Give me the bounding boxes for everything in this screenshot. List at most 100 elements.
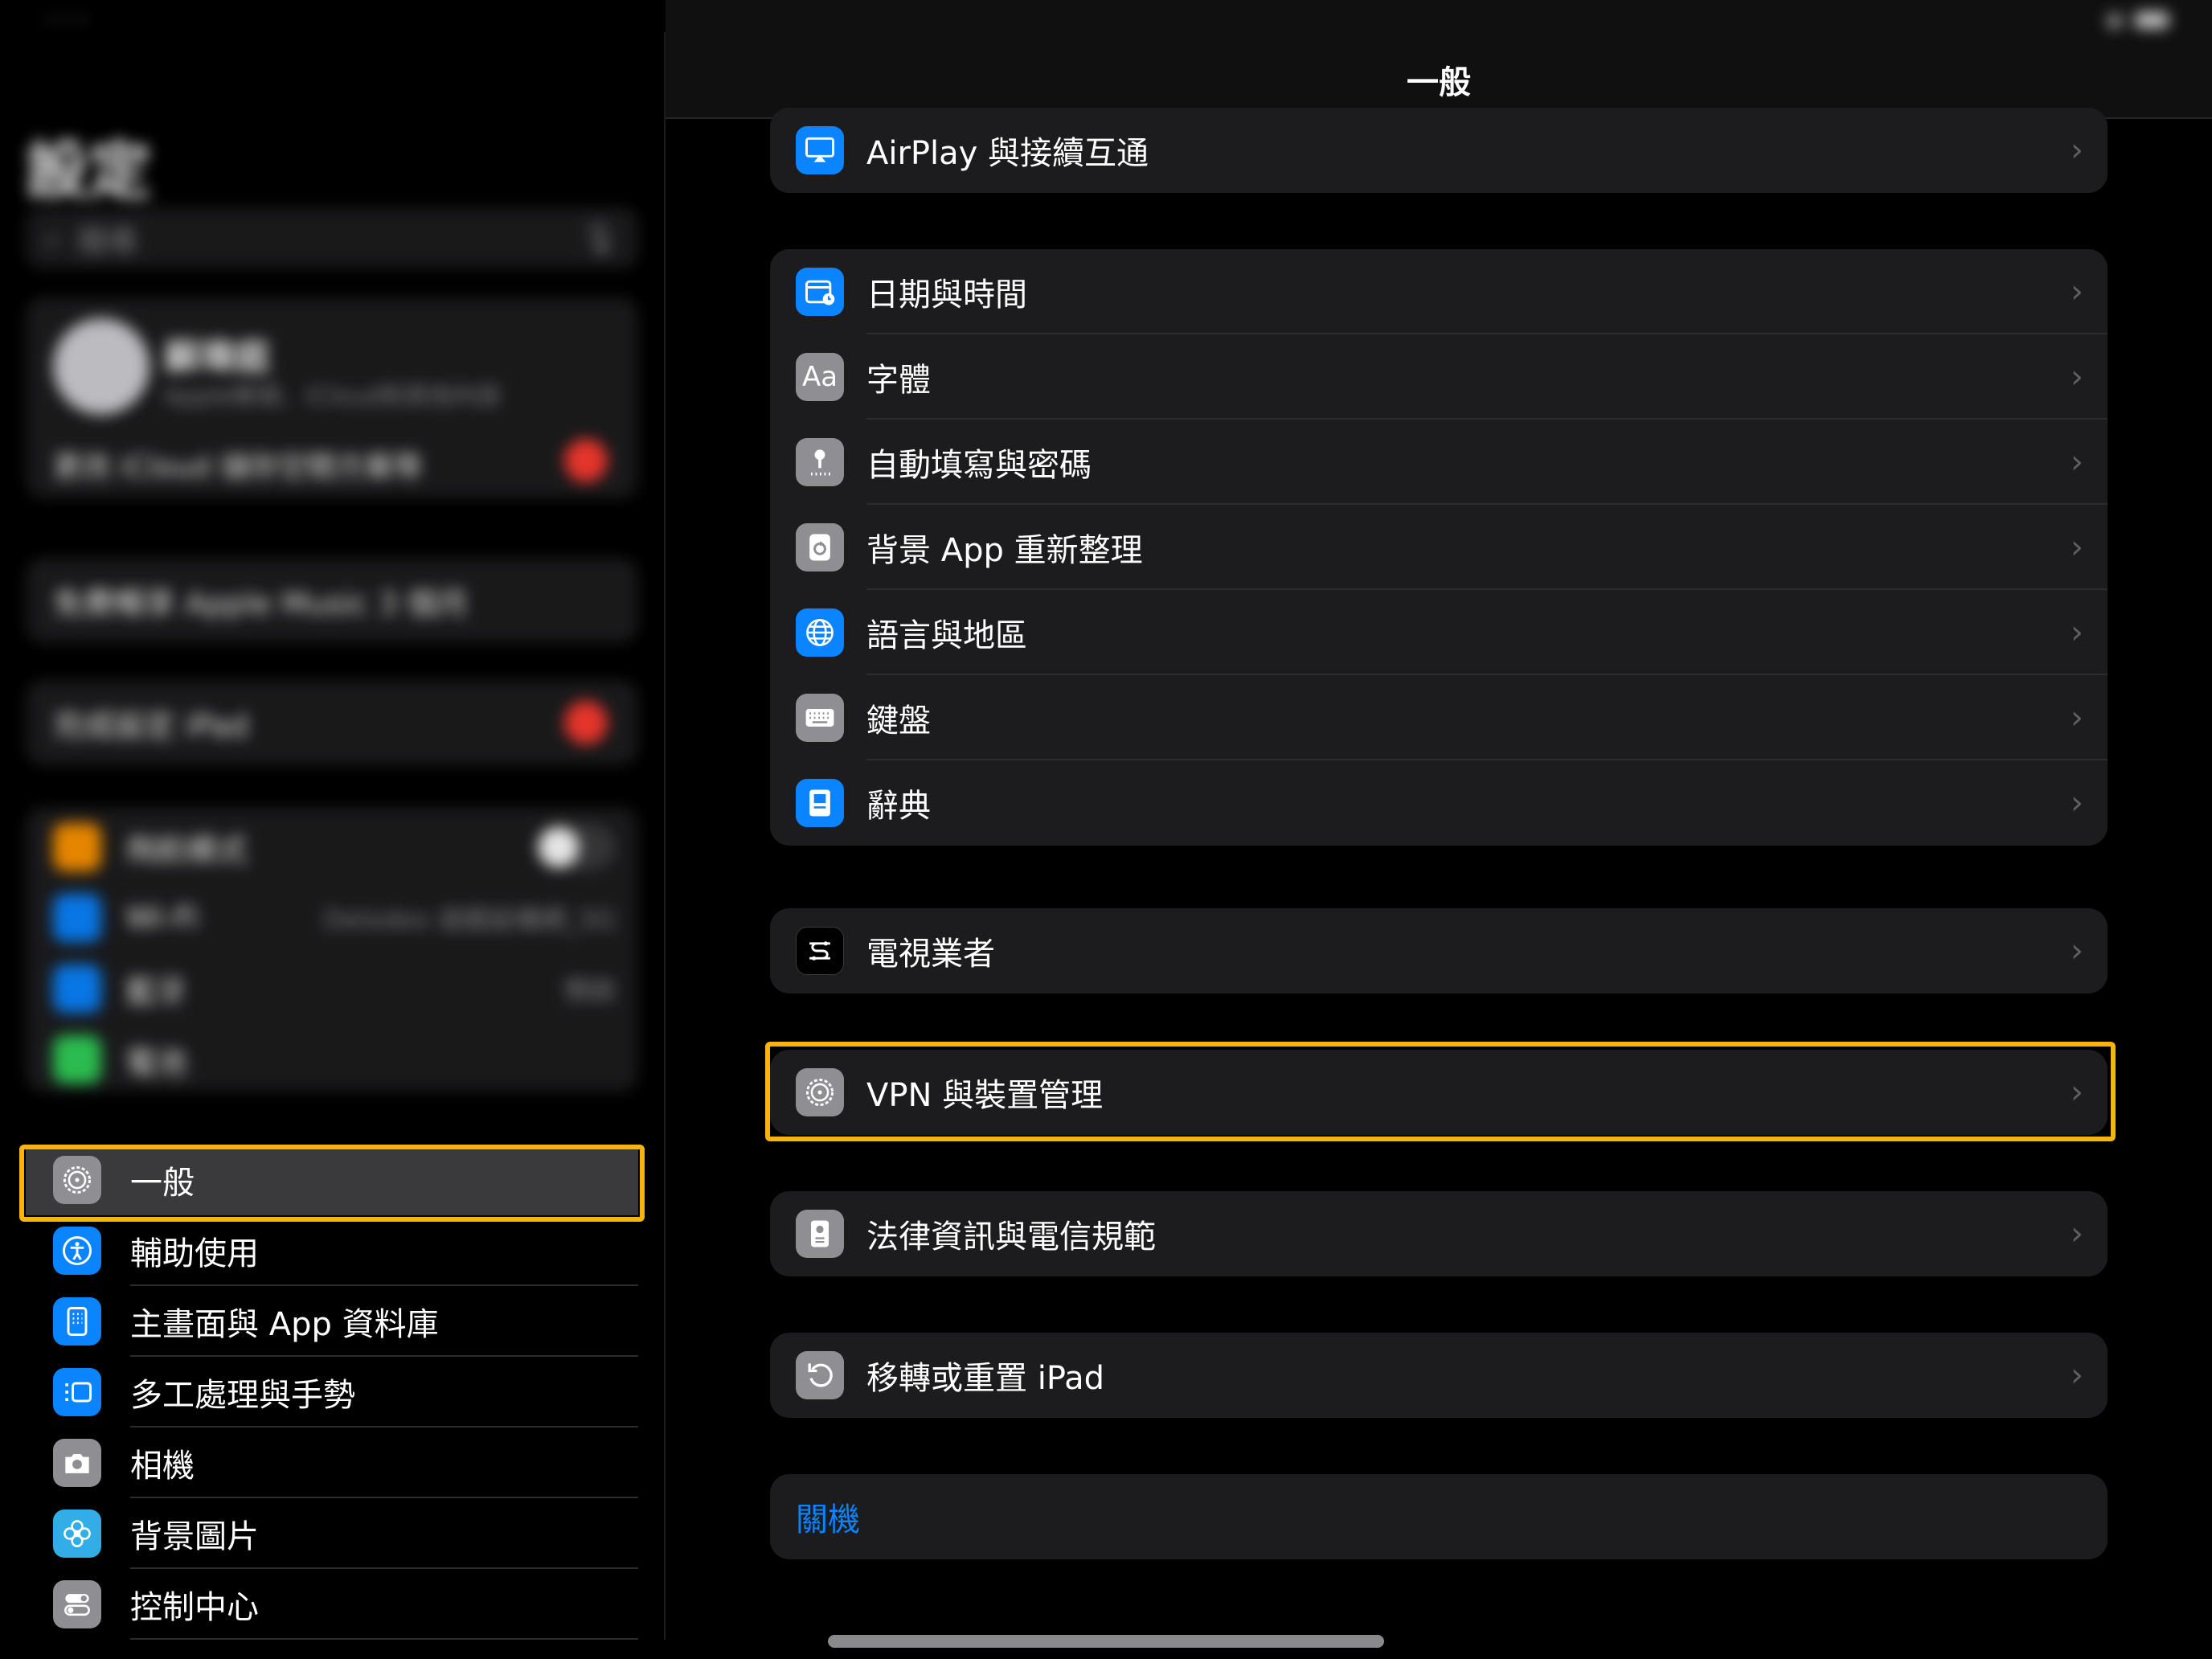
row-label: 語言與地區 xyxy=(866,617,1027,654)
group-legal: 法律資訊與電信規範 › xyxy=(770,1191,2108,1276)
microphone-icon[interactable]: 🎙 xyxy=(580,220,619,256)
gear-icon xyxy=(53,1156,101,1204)
chevron-right-icon: › xyxy=(2071,699,2083,736)
avatar xyxy=(53,318,150,415)
row-label: 辭典 xyxy=(866,788,931,825)
sidebar-item-general[interactable]: 一般 xyxy=(26,1145,638,1215)
chevron-right-icon: › xyxy=(2071,132,2083,169)
row-airplay[interactable]: AirPlay 與接續互通 › xyxy=(770,108,2108,193)
sidebar-item-home-screen[interactable]: 主畫面與 App 資料庫 xyxy=(26,1286,638,1357)
battery-icon xyxy=(53,1035,101,1083)
font-icon: Aa xyxy=(796,353,844,401)
row-label: VPN 與裝置管理 xyxy=(866,1077,1104,1114)
keyboard-icon xyxy=(796,694,844,742)
sidebar-item-multitasking[interactable]: 多工處理與手勢 xyxy=(26,1357,638,1428)
wifi-icon xyxy=(53,894,101,942)
multitasking-icon xyxy=(53,1368,101,1416)
sidebar-item-wallpaper[interactable]: 背景圖片 xyxy=(26,1498,638,1569)
camera-icon xyxy=(53,1439,101,1487)
search-placeholder: 搜尋 xyxy=(76,223,138,259)
gear-icon xyxy=(796,1068,844,1116)
dictionary-icon xyxy=(796,779,844,827)
promo-card[interactable]: 免費暢享 Apple Music 3 個月 xyxy=(26,558,638,643)
notification-badge xyxy=(564,439,608,482)
chevron-right-icon: › xyxy=(2071,273,2083,310)
sidebar-item-camera[interactable]: 相機 xyxy=(26,1428,638,1498)
airplane-mode-toggle[interactable] xyxy=(535,824,616,870)
row-dictionary[interactable]: 辭典 › xyxy=(770,760,2108,846)
wifi-row[interactable]: Wi-Fi Delodeo 遊戲設備網_5G xyxy=(53,883,616,953)
row-background-app-refresh[interactable]: 背景 App 重新整理 › xyxy=(770,505,2108,590)
sidebar-item-label: 控制中心 xyxy=(130,1589,259,1626)
calendar-clock-icon xyxy=(796,268,844,316)
accessibility-icon xyxy=(53,1227,101,1275)
row-date-time[interactable]: 日期與時間 › xyxy=(770,249,2108,334)
sidebar-item-accessibility[interactable]: 輔助使用 xyxy=(26,1215,638,1286)
row-fonts[interactable]: Aa 字體 › xyxy=(770,334,2108,420)
sidebar-item-control-center[interactable]: 控制中心 xyxy=(26,1569,638,1640)
bluetooth-label: 藍牙 xyxy=(125,973,187,1010)
row-transfer-reset[interactable]: 移轉或重置 iPad › xyxy=(770,1333,2108,1418)
globe-icon xyxy=(796,608,844,657)
row-label: 字體 xyxy=(866,362,931,399)
sidebar-item-label: 輔助使用 xyxy=(130,1235,259,1272)
row-label: 日期與時間 xyxy=(866,276,1027,313)
airplay-icon xyxy=(796,126,844,174)
wallpaper-icon xyxy=(53,1509,101,1558)
group-tv-provider: 電視業者 › xyxy=(770,908,2108,993)
sidebar-item-label: 相機 xyxy=(130,1448,195,1485)
setup-badge xyxy=(564,701,608,744)
battery-label: 電池 xyxy=(125,1044,187,1080)
row-language-region[interactable]: 語言與地區 › xyxy=(770,590,2108,675)
chevron-right-icon: › xyxy=(2071,784,2083,821)
group-reset: 移轉或重置 iPad › xyxy=(770,1333,2108,1418)
group-airplay: AirPlay 與接續互通 › xyxy=(770,108,2108,193)
shutdown-label: 關機 xyxy=(796,1501,860,1538)
airplane-icon xyxy=(53,823,101,871)
tv-provider-icon xyxy=(796,927,844,975)
bluetooth-icon xyxy=(53,965,101,1013)
row-legal-regulatory[interactable]: 法律資訊與電信規範 › xyxy=(770,1191,2108,1276)
home-indicator[interactable] xyxy=(828,1635,1384,1648)
chevron-right-icon: › xyxy=(2071,1215,2083,1252)
refresh-icon xyxy=(796,523,844,571)
group-shutdown: 關機 xyxy=(770,1474,2108,1559)
row-label: 移轉或重置 iPad xyxy=(866,1360,1105,1397)
control-center-icon xyxy=(53,1580,101,1628)
group-vpn: VPN 與裝置管理 › xyxy=(770,1050,2108,1135)
sidebar-item-label: 背景圖片 xyxy=(130,1518,259,1555)
sidebar-settings-list: 一般 輔助使用 主畫面與 App 資料庫 多工處理與手勢 相機 背景圖片 控制中… xyxy=(26,1145,638,1640)
connectivity-group: 飛航模式 Wi-Fi Delodeo 遊戲設備網_5G 藍牙 開啟 電池 xyxy=(26,807,638,1092)
sidebar-item-label: 一般 xyxy=(130,1165,195,1202)
account-card[interactable]: 蘇瑋庭 Apple帳號、iCloud和其他內容 更改 iCloud 儲存空間方案… xyxy=(26,297,638,498)
reset-icon xyxy=(796,1351,844,1399)
sidebar-title: 設定 xyxy=(26,135,152,207)
row-autofill-passwords[interactable]: 自動填寫與密碼 › xyxy=(770,420,2108,505)
document-icon xyxy=(796,1210,844,1258)
row-label: 法律資訊與電信規範 xyxy=(866,1219,1156,1256)
airplane-mode-label: 飛航模式 xyxy=(125,832,248,868)
search-field[interactable]: ⌕ 搜尋 🎙 xyxy=(26,207,638,268)
battery-row[interactable]: 電池 xyxy=(53,1024,616,1095)
status-time: · ·· ·· xyxy=(42,8,88,32)
account-name: 蘇瑋庭 xyxy=(164,337,270,378)
setup-card[interactable]: 完成設定 iPad xyxy=(26,680,638,765)
row-label: AirPlay 與接續互通 xyxy=(866,135,1149,172)
row-tv-provider[interactable]: 電視業者 › xyxy=(770,908,2108,993)
row-label: 鍵盤 xyxy=(866,703,931,739)
nav-overlay xyxy=(666,0,2212,119)
chevron-right-icon: › xyxy=(2071,444,2083,481)
wifi-value: Delodeo 遊戲設備網_5G xyxy=(323,904,616,935)
bluetooth-row[interactable]: 藍牙 開啟 xyxy=(53,953,616,1024)
shutdown-button[interactable]: 關機 xyxy=(770,1474,2108,1559)
chevron-right-icon: › xyxy=(2071,358,2083,395)
sidebar: · ·· ·· 設定 ⌕ 搜尋 🎙 蘇瑋庭 Apple帳號、iCloud和其他內… xyxy=(0,0,664,1659)
row-vpn-device-management[interactable]: VPN 與裝置管理 › xyxy=(770,1050,2108,1135)
account-subtitle: Apple帳號、iCloud和其他內容 xyxy=(164,383,502,411)
airplane-mode-row[interactable]: 飛航模式 xyxy=(53,812,616,883)
row-keyboard[interactable]: 鍵盤 › xyxy=(770,675,2108,760)
chevron-right-icon: › xyxy=(2071,614,2083,651)
account-notice[interactable]: 更改 iCloud 儲存空間方案等 xyxy=(53,444,423,485)
row-label: 背景 App 重新整理 xyxy=(866,532,1143,569)
key-icon xyxy=(796,438,844,486)
